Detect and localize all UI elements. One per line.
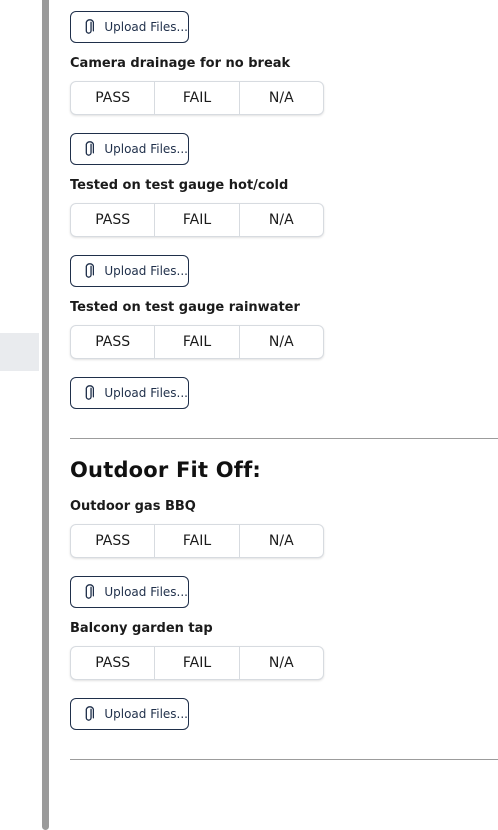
item-title: Camera drainage for no break <box>70 56 291 71</box>
pass-fail-na-group: PASS FAIL N/A <box>70 646 324 680</box>
pass-button[interactable]: PASS <box>71 82 154 114</box>
paperclip-icon <box>85 584 95 599</box>
pass-fail-na-group: PASS FAIL N/A <box>70 203 324 237</box>
upload-files-label: Upload Files... <box>104 142 188 156</box>
section-divider <box>70 438 498 439</box>
paperclip-icon <box>85 385 95 400</box>
pass-button[interactable]: PASS <box>71 525 154 557</box>
upload-files-label: Upload Files... <box>104 386 188 400</box>
upload-files-label: Upload Files... <box>104 585 188 599</box>
left-panel-tab[interactable] <box>0 333 39 371</box>
pass-button[interactable]: PASS <box>71 647 154 679</box>
paperclip-icon <box>85 706 95 721</box>
upload-files-label: Upload Files... <box>104 707 188 721</box>
section-divider <box>70 759 498 760</box>
paperclip-icon <box>85 19 95 34</box>
na-button[interactable]: N/A <box>238 82 323 114</box>
section-title: Outdoor Fit Off: <box>70 458 262 482</box>
pass-fail-na-group: PASS FAIL N/A <box>70 524 324 558</box>
item-title: Balcony garden tap <box>70 621 213 636</box>
paperclip-icon <box>85 263 95 278</box>
pass-fail-na-group: PASS FAIL N/A <box>70 81 324 115</box>
scroll-rail[interactable] <box>42 0 49 830</box>
upload-files-label: Upload Files... <box>104 264 188 278</box>
na-button[interactable]: N/A <box>238 204 323 236</box>
paperclip-icon <box>85 141 95 156</box>
pass-button[interactable]: PASS <box>71 326 154 358</box>
item-title: Outdoor gas BBQ <box>70 499 196 514</box>
upload-files-button[interactable]: Upload Files... <box>70 133 189 165</box>
na-button[interactable]: N/A <box>238 326 323 358</box>
fail-button[interactable]: FAIL <box>154 204 238 236</box>
fail-button[interactable]: FAIL <box>154 326 238 358</box>
item-title: Tested on test gauge rainwater <box>70 300 300 315</box>
upload-files-button[interactable]: Upload Files... <box>70 255 189 287</box>
fail-button[interactable]: FAIL <box>154 647 238 679</box>
pass-fail-na-group: PASS FAIL N/A <box>70 325 324 359</box>
upload-files-label: Upload Files... <box>104 20 188 34</box>
fail-button[interactable]: FAIL <box>154 82 238 114</box>
na-button[interactable]: N/A <box>238 647 323 679</box>
item-title: Tested on test gauge hot/cold <box>70 178 289 193</box>
pass-button[interactable]: PASS <box>71 204 154 236</box>
upload-files-button[interactable]: Upload Files... <box>70 576 189 608</box>
upload-files-button[interactable]: Upload Files... <box>70 698 189 730</box>
upload-files-button[interactable]: Upload Files... <box>70 377 189 409</box>
upload-files-button[interactable]: Upload Files... <box>70 11 189 43</box>
na-button[interactable]: N/A <box>238 525 323 557</box>
fail-button[interactable]: FAIL <box>154 525 238 557</box>
